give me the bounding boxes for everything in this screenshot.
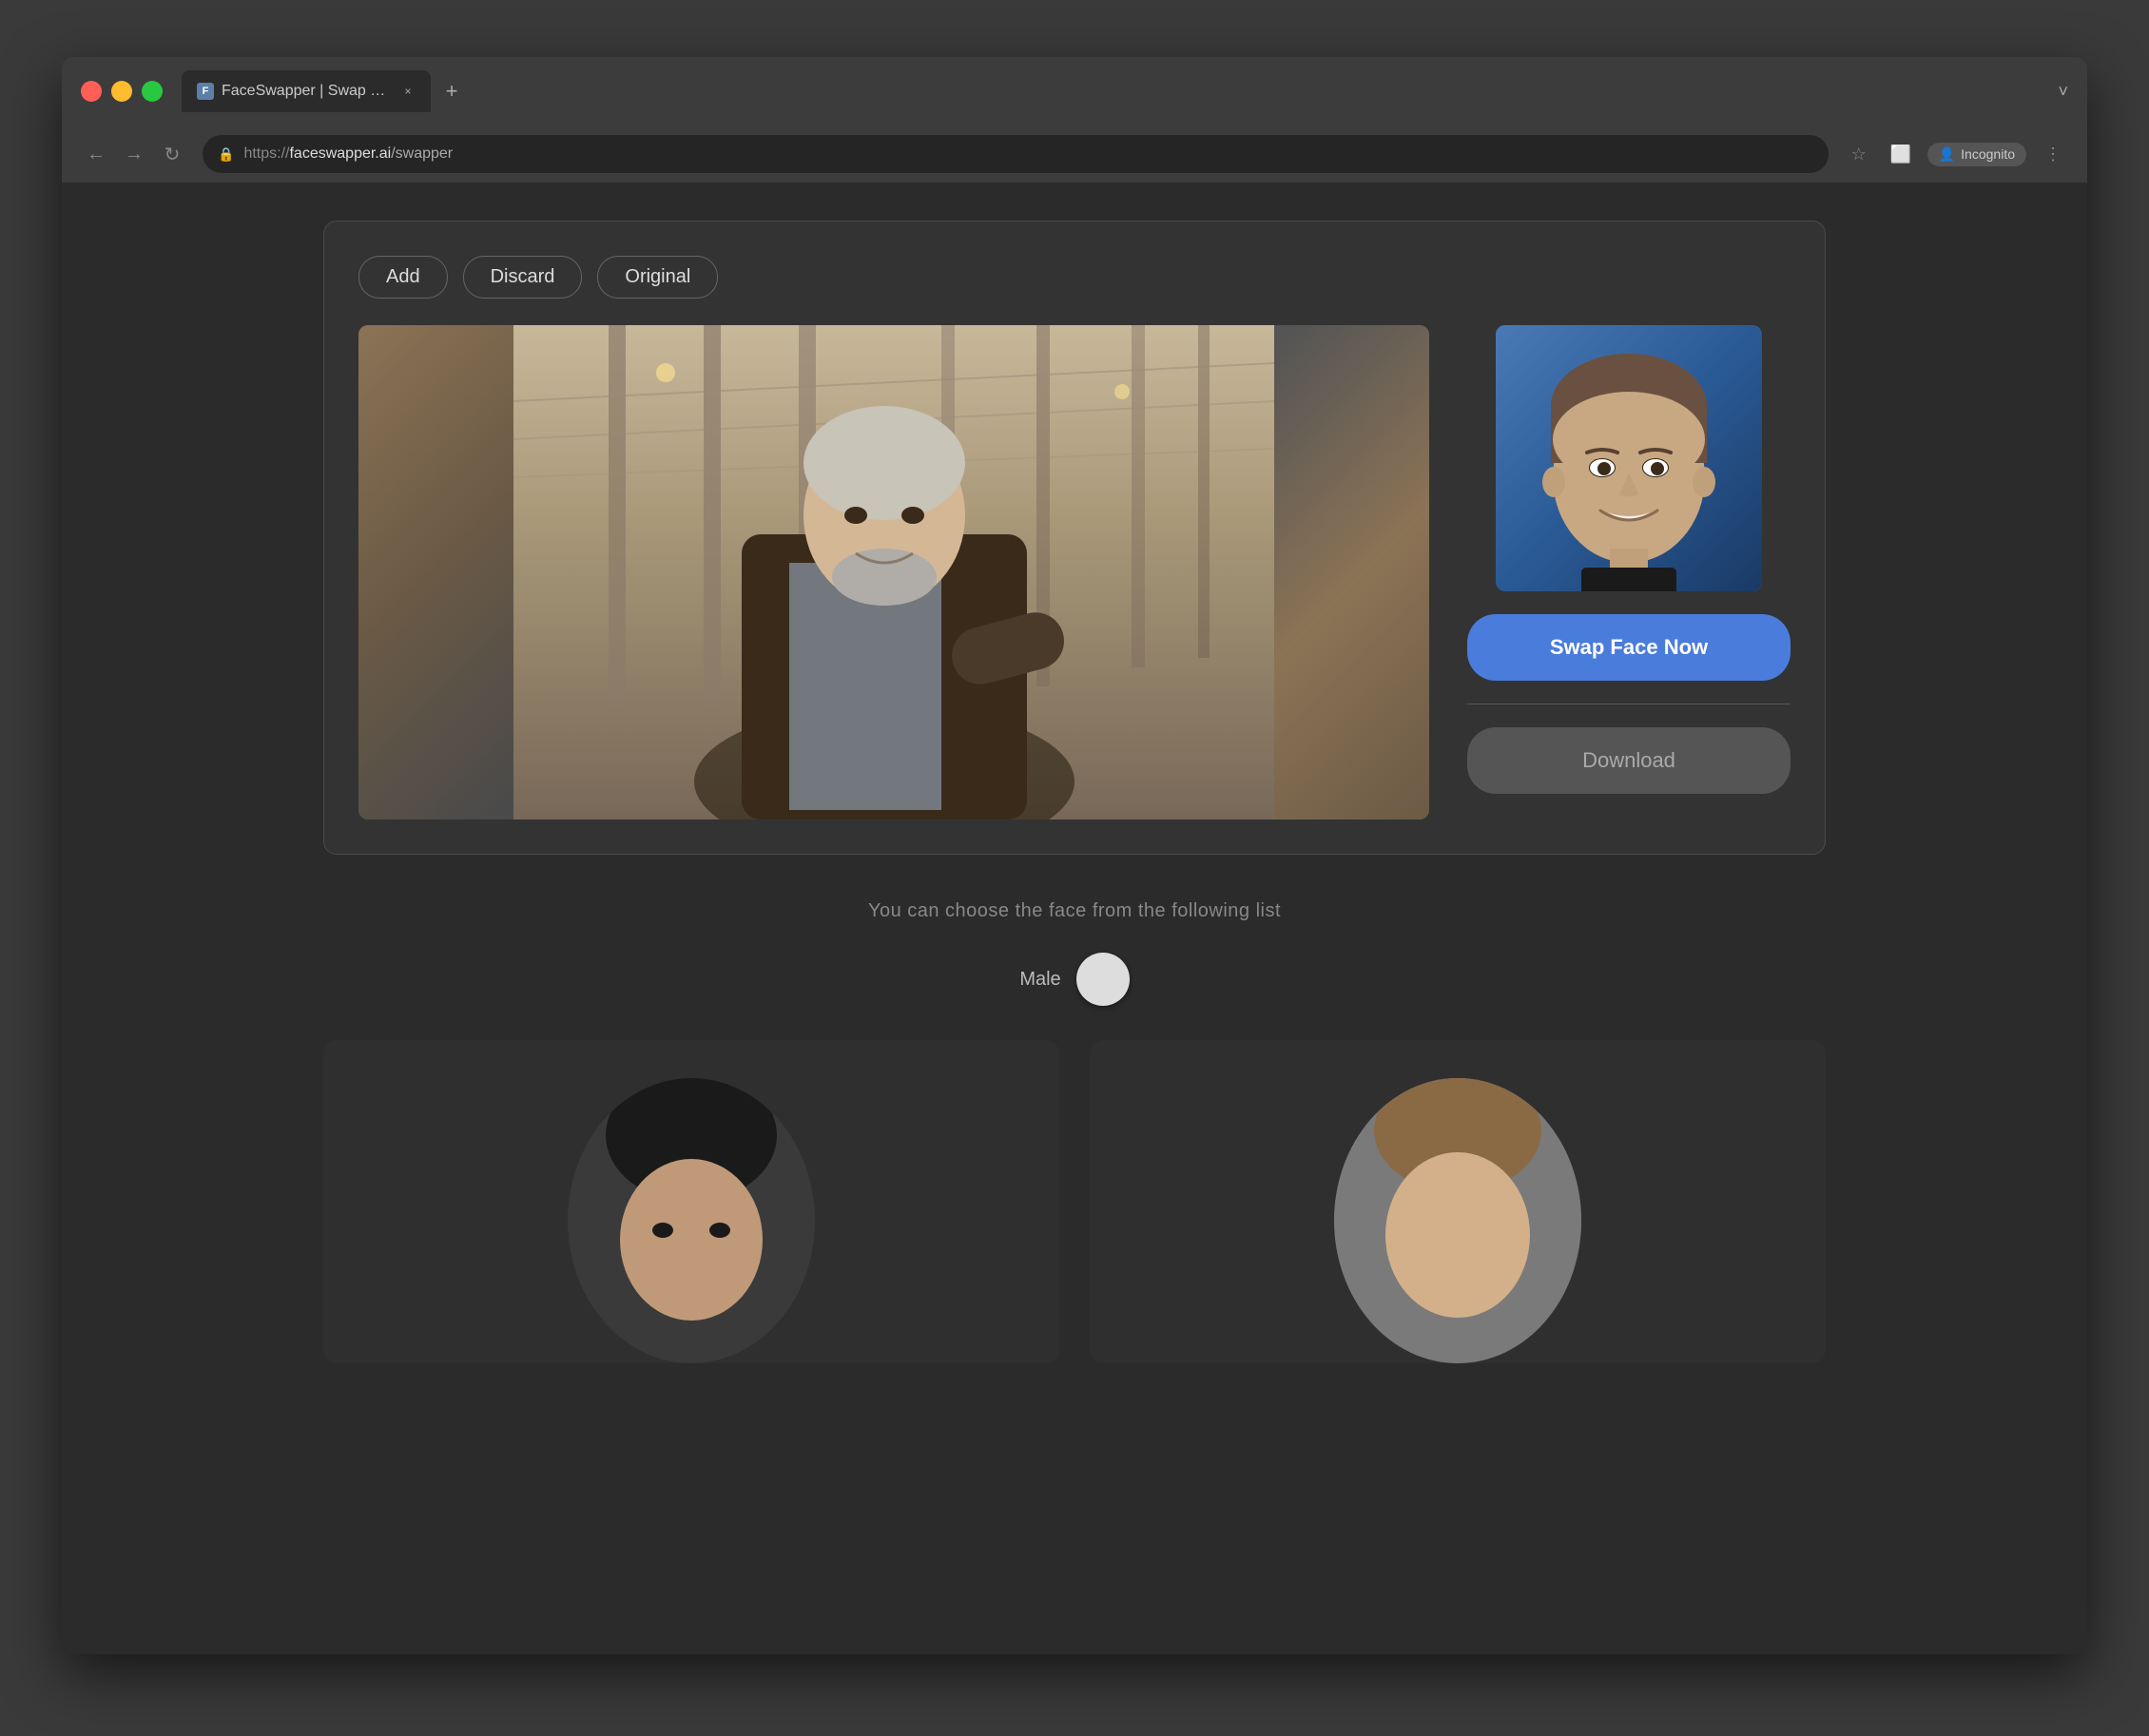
original-button[interactable]: Original xyxy=(597,256,718,299)
gender-toggle: Male xyxy=(323,953,1826,1006)
url-text: https://faceswapper.ai/swapper xyxy=(243,145,1812,163)
tab-close-button[interactable]: × xyxy=(400,84,416,99)
minimize-button[interactable] xyxy=(111,81,132,102)
browser-window: F FaceSwapper | Swap photo vid × + ˅ ← →… xyxy=(62,57,2087,1654)
reload-button[interactable]: ↻ xyxy=(157,139,187,169)
url-bar[interactable]: 🔒 https://faceswapper.ai/swapper xyxy=(203,135,1829,173)
face-card-image-1 xyxy=(568,1078,815,1363)
download-button[interactable]: Download xyxy=(1467,727,1791,794)
tab-view-button[interactable]: ⬜ xyxy=(1886,139,1916,169)
title-bar: F FaceSwapper | Swap photo vid × + ˅ xyxy=(62,57,2087,125)
nav-buttons: ← → ↻ xyxy=(81,139,187,169)
discard-button[interactable]: Discard xyxy=(463,256,583,299)
face-list-hint: You can choose the face from the followi… xyxy=(323,900,1826,922)
main-image-area xyxy=(358,325,1429,820)
face-card-image-2 xyxy=(1334,1078,1581,1363)
forward-button[interactable]: → xyxy=(119,139,149,169)
face-card-1[interactable] xyxy=(323,1040,1059,1363)
card-body: Swap Face Now Download xyxy=(358,325,1791,820)
bookmark-button[interactable]: ☆ xyxy=(1844,139,1874,169)
menu-button[interactable]: ⋮ xyxy=(2038,139,2068,169)
swap-face-button[interactable]: Swap Face Now xyxy=(1467,614,1791,681)
page-content: Add Discard Original xyxy=(62,183,2087,1654)
face-grid xyxy=(323,1040,1826,1363)
back-button[interactable]: ← xyxy=(81,139,111,169)
address-bar: ← → ↻ 🔒 https://faceswapper.ai/swapper ☆… xyxy=(62,125,2087,183)
tab-more-button[interactable]: ˅ xyxy=(2058,82,2068,102)
add-button[interactable]: Add xyxy=(358,256,448,299)
toolbar-actions: ☆ ⬜ 👤 Incognito ⋮ xyxy=(1844,139,2068,169)
maximize-button[interactable] xyxy=(142,81,163,102)
tab-favicon: F xyxy=(197,83,214,100)
tab-bar: F FaceSwapper | Swap photo vid × + ˅ xyxy=(182,70,2068,112)
url-protocol: https:// xyxy=(243,145,289,162)
source-image xyxy=(358,325,1429,820)
incognito-label: Incognito xyxy=(1961,146,2015,162)
card-toolbar: Add Discard Original xyxy=(358,256,1791,299)
incognito-icon: 👤 xyxy=(1939,146,1955,163)
face-target-image xyxy=(1496,325,1762,591)
gender-label: Male xyxy=(1019,969,1060,991)
url-domain: faceswapper.ai xyxy=(289,145,391,162)
incognito-badge: 👤 Incognito xyxy=(1927,143,2026,166)
url-path: /swapper xyxy=(391,145,453,162)
main-card: Add Discard Original xyxy=(323,221,1826,855)
new-tab-button[interactable]: + xyxy=(435,74,469,108)
active-tab[interactable]: F FaceSwapper | Swap photo vid × xyxy=(182,70,431,112)
traffic-lights xyxy=(81,81,163,102)
close-button[interactable] xyxy=(81,81,102,102)
tab-title: FaceSwapper | Swap photo vid xyxy=(222,83,393,100)
face-list-section: You can choose the face from the followi… xyxy=(323,900,1826,1363)
face-card-2[interactable] xyxy=(1090,1040,1826,1363)
right-panel: Swap Face Now Download xyxy=(1467,325,1791,794)
gender-toggle-switch[interactable] xyxy=(1076,953,1130,1006)
lock-icon: 🔒 xyxy=(218,146,234,163)
